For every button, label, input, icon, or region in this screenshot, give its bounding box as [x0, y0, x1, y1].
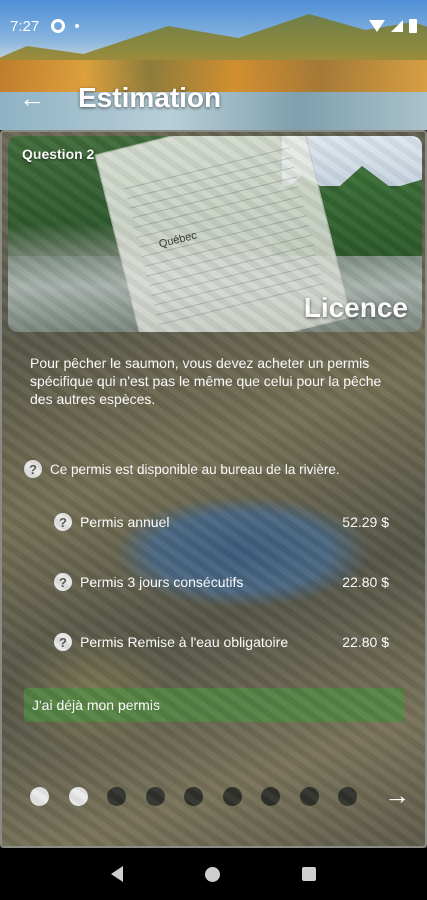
nav-back-icon[interactable] [111, 866, 123, 882]
permit-price: 52.29 $ [342, 514, 389, 530]
help-icon[interactable]: ? [54, 513, 72, 531]
already-have-permit-button[interactable]: J'ai déjà mon permis [24, 688, 404, 722]
nav-home-icon[interactable] [205, 866, 220, 882]
page-dot[interactable] [68, 786, 88, 806]
info-text: Ce permis est disponible au bureau de la… [50, 461, 340, 477]
hero-image: Québec Question 2 Licence [8, 136, 422, 332]
question-card: Québec Question 2 Licence Pour pêcher le… [0, 130, 427, 848]
page-dot[interactable] [145, 786, 165, 806]
arrow-right-icon: → [384, 780, 410, 810]
help-icon[interactable]: ? [24, 460, 42, 478]
question-label: Question 2 [22, 146, 95, 162]
back-button[interactable]: ← [0, 72, 64, 124]
system-nav-bar [0, 848, 427, 900]
hero-title: Licence [303, 292, 408, 323]
notification-dot-icon [75, 24, 80, 28]
licence-document-text: Québec [157, 229, 199, 251]
battery-icon [409, 19, 417, 33]
page-dot[interactable] [184, 786, 203, 806]
wifi-icon [369, 20, 385, 32]
info-row[interactable]: ? Ce permis est disponible au bureau de … [24, 460, 340, 478]
permit-label: Permis 3 jours consécutifs [80, 574, 244, 590]
page-dot[interactable] [338, 786, 357, 806]
app-bar: ← Estimation [0, 72, 427, 124]
next-button[interactable]: → [384, 780, 410, 811]
arrow-left-icon: ← [19, 82, 45, 113]
nav-recents-icon[interactable] [302, 867, 316, 881]
page-dot[interactable] [299, 786, 319, 806]
gear-icon [51, 19, 66, 33]
permit-label: Permis Remise à l'eau obligatoire [80, 634, 289, 650]
question-description: Pour pêcher le saumon, vous devez achete… [30, 355, 382, 407]
permit-price: 22.80 $ [342, 634, 389, 650]
page-dot[interactable] [261, 786, 280, 806]
page-title: Estimation [78, 82, 222, 113]
page-dot[interactable] [222, 786, 242, 806]
permit-price: 22.80 $ [342, 574, 389, 590]
permit-label: Permis annuel [80, 514, 170, 530]
page-dot[interactable] [107, 786, 126, 806]
status-time: 7:27 [10, 17, 40, 35]
help-icon[interactable]: ? [54, 633, 72, 651]
permit-row[interactable]: ? Permis Remise à l'eau obligatoire 22.8… [54, 633, 389, 651]
permit-row[interactable]: ? Permis 3 jours consécutifs 22.80 $ [54, 573, 389, 591]
signal-icon [391, 20, 403, 32]
status-bar: 7:27 [0, 0, 427, 52]
page-dot[interactable] [30, 786, 49, 806]
page-indicator: → [30, 780, 410, 810]
permit-row[interactable]: ? Permis annuel 52.29 $ [54, 513, 389, 531]
help-icon[interactable]: ? [54, 573, 72, 591]
